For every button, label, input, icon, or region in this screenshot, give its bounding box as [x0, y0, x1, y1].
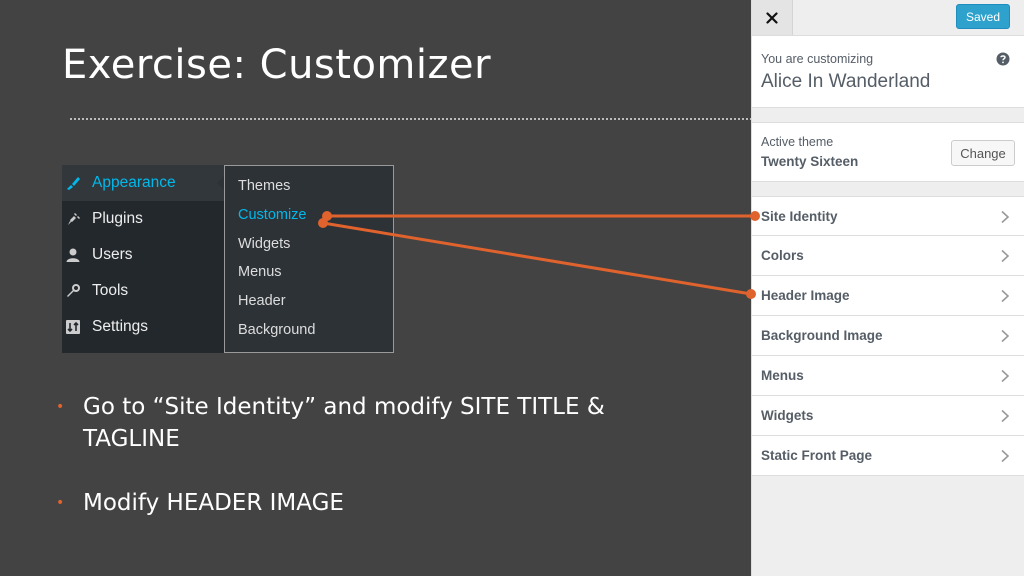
- section-label: Widgets: [761, 408, 814, 423]
- user-icon: [64, 246, 82, 264]
- menu-item-users[interactable]: Users: [62, 237, 224, 273]
- section-label: Menus: [761, 368, 804, 383]
- customizer-header: Saved: [752, 0, 1024, 36]
- plugin-icon: [64, 210, 82, 228]
- chevron-right-icon: [1001, 329, 1010, 343]
- section-colors[interactable]: Colors: [752, 236, 1024, 276]
- submenu-item-background[interactable]: Background: [238, 318, 315, 342]
- submenu-item-menus[interactable]: Menus: [238, 260, 282, 284]
- menu-item-label: Appearance: [92, 174, 176, 191]
- chevron-right-icon: [1001, 369, 1010, 383]
- section-label: Colors: [761, 248, 804, 263]
- bullet-text: Go to “Site Identity” and modify SITE TI…: [83, 394, 605, 452]
- close-icon: [766, 11, 778, 24]
- bullet-dot: •: [56, 495, 65, 511]
- bullet-dot: •: [56, 399, 65, 415]
- chevron-right-icon: [1001, 449, 1010, 463]
- menu-item-label: Users: [92, 246, 133, 263]
- section-label: Static Front Page: [761, 448, 873, 463]
- menu-item-label: Tools: [92, 282, 129, 299]
- change-theme-button[interactable]: Change: [951, 140, 1015, 166]
- wp-admin-menu: Appearance Plugins Users Tools Settings: [62, 165, 225, 353]
- section-menus[interactable]: Menus: [752, 356, 1024, 396]
- customizing-label: You are customizing: [761, 52, 874, 66]
- active-theme-label: Active theme: [761, 135, 834, 149]
- customizing-info: You are customizing Alice In Wanderland: [752, 36, 1024, 108]
- appearance-submenu: Themes Customize Widgets Menus Header Ba…: [224, 165, 394, 353]
- section-widgets[interactable]: Widgets: [752, 396, 1024, 436]
- customizer-panel: Saved You are customizing Alice In Wande…: [751, 0, 1024, 576]
- menu-item-label: Plugins: [92, 210, 143, 227]
- section-label: Background Image: [761, 328, 883, 343]
- close-button[interactable]: [752, 0, 793, 35]
- wrench-icon: [64, 282, 82, 300]
- help-icon[interactable]: [996, 52, 1010, 66]
- chevron-right-icon: [1001, 289, 1010, 303]
- menu-item-settings[interactable]: Settings: [62, 309, 224, 345]
- slide-title: Exercise: Customizer: [62, 42, 492, 88]
- chevron-right-icon: [1001, 409, 1010, 423]
- menu-item-tools[interactable]: Tools: [62, 273, 224, 309]
- site-name: Alice In Wanderland: [761, 71, 931, 92]
- section-site-identity[interactable]: Site Identity: [752, 196, 1024, 236]
- menu-item-plugins[interactable]: Plugins: [62, 201, 224, 237]
- section-label: Header Image: [761, 288, 850, 303]
- menu-item-appearance[interactable]: Appearance: [62, 165, 225, 201]
- settings-icon: [64, 318, 82, 336]
- section-header-image[interactable]: Header Image: [752, 276, 1024, 316]
- section-label: Site Identity: [761, 208, 838, 224]
- bullet-text: Modify HEADER IMAGE: [83, 490, 344, 516]
- menu-item-label: Settings: [92, 318, 149, 335]
- submenu-item-header[interactable]: Header: [238, 289, 286, 313]
- theme-name: Twenty Sixteen: [761, 154, 859, 169]
- submenu-item-widgets[interactable]: Widgets: [238, 232, 290, 256]
- customizer-sections: Site Identity Colors Header Image Backgr…: [752, 196, 1024, 476]
- chevron-right-icon: [1001, 210, 1010, 224]
- chevron-right-icon: [1001, 249, 1010, 263]
- submenu-item-themes[interactable]: Themes: [238, 174, 290, 198]
- section-static-front-page[interactable]: Static Front Page: [752, 436, 1024, 476]
- submenu-item-customize[interactable]: Customize: [238, 203, 307, 227]
- section-background-image[interactable]: Background Image: [752, 316, 1024, 356]
- paintbrush-icon: [64, 174, 82, 192]
- saved-button[interactable]: Saved: [956, 4, 1010, 29]
- active-theme-section: Active theme Twenty Sixteen Change: [752, 122, 1024, 182]
